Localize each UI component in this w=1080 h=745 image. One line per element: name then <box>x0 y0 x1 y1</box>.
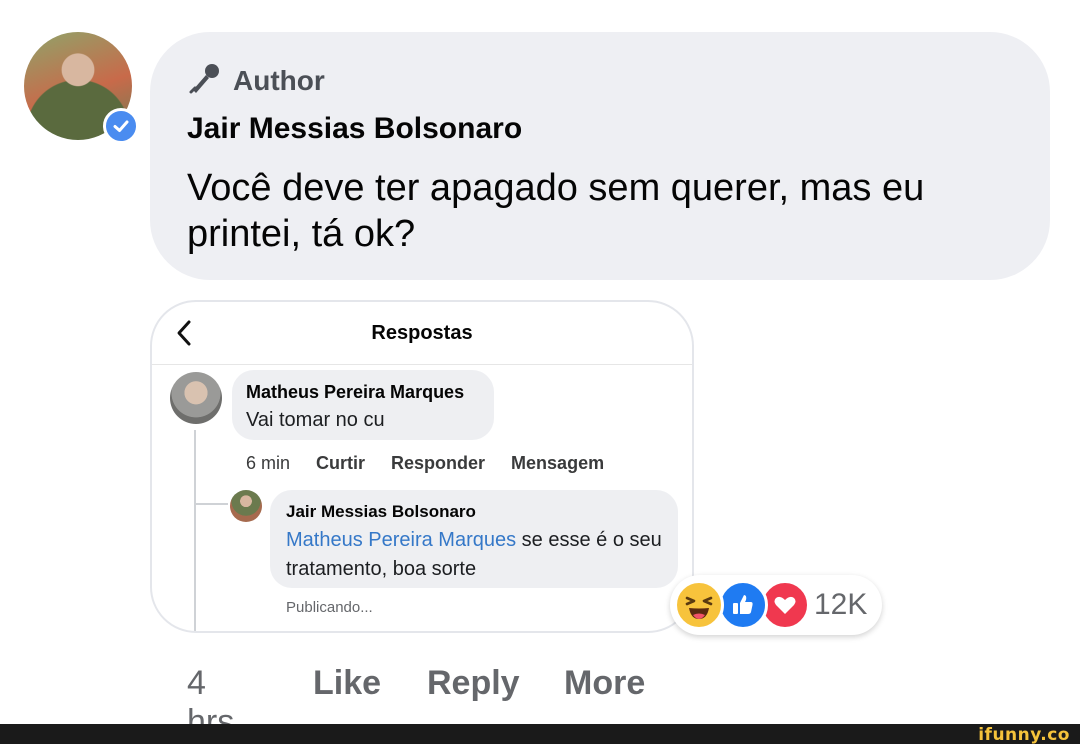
thread-branch <box>196 503 228 505</box>
reply-actions: 6 min Curtir Responder Mensagem <box>246 453 604 474</box>
reply-action-like: Curtir <box>316 453 366 473</box>
comment-author-name[interactable]: Jair Messias Bolsonaro <box>187 112 522 146</box>
reply-author-name: Matheus Pereira Marques <box>246 382 465 402</box>
watermark-bar: ifunny.co <box>0 724 1080 745</box>
watermark: ifunny.co <box>978 725 1070 745</box>
comment-text: Você deve ter apagado sem querer, mas eu… <box>187 167 925 255</box>
nested-reply-avatar <box>230 490 262 522</box>
author-badge-label: Author <box>233 64 325 96</box>
reactions-summary[interactable]: 12K <box>670 575 882 635</box>
reaction-count: 12K <box>814 588 868 621</box>
author-badge: Author <box>187 60 325 101</box>
attached-screenshot[interactable]: Respostas Matheus Pereira Marques Vai to… <box>150 300 694 633</box>
like-reaction-icon <box>718 580 768 630</box>
nested-reply-text: Matheus Pereira Marques se esse é o seu … <box>286 526 666 584</box>
reply-text: Vai tomar no cu <box>246 409 385 431</box>
screenshot-title: Respostas <box>371 322 473 344</box>
reply-action-message: Mensagem <box>511 453 605 473</box>
nested-reply-author-name: Jair Messias Bolsonaro <box>286 502 476 521</box>
more-button[interactable]: More <box>564 664 645 703</box>
thread-line <box>194 430 196 631</box>
verified-badge-icon <box>103 108 139 144</box>
reply-action-reply: Responder <box>391 453 486 473</box>
like-button[interactable]: Like <box>313 664 381 703</box>
haha-reaction-icon <box>674 580 724 630</box>
publishing-status: Publicando... <box>286 599 373 616</box>
reply-button[interactable]: Reply <box>427 664 520 703</box>
reply-avatar <box>170 372 222 424</box>
nested-reply-mention: Matheus Pereira Marques <box>286 529 517 551</box>
microphone-icon <box>187 60 223 101</box>
reply-time: 6 min <box>246 453 291 473</box>
